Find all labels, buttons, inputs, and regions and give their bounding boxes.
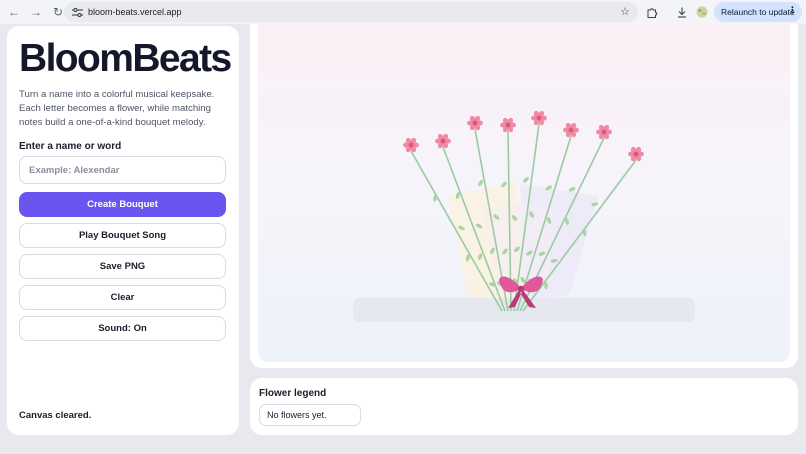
- flower-head: [435, 133, 451, 149]
- flower-head: [500, 117, 516, 133]
- status-message: Canvas cleared.: [19, 410, 92, 421]
- bouquet-illustration: [353, 110, 695, 322]
- flower-center: [505, 122, 511, 128]
- flower-head: [467, 115, 483, 131]
- clear-button[interactable]: Clear: [19, 285, 226, 310]
- flower-center: [633, 151, 639, 157]
- relaunch-label: Relaunch to update: [721, 7, 795, 17]
- bouquet-canvas[interactable]: [258, 24, 790, 362]
- name-input-label: Enter a name or word: [19, 141, 122, 152]
- play-bouquet-song-button[interactable]: Play Bouquet Song: [19, 223, 226, 248]
- name-input[interactable]: [19, 156, 226, 184]
- flower-center: [408, 142, 414, 148]
- create-bouquet-button[interactable]: Create Bouquet: [19, 192, 226, 217]
- canvas-panel: [250, 24, 798, 368]
- flower-head: [563, 122, 579, 138]
- url-text[interactable]: bloom-beats.vercel.app: [88, 7, 182, 17]
- extensions-icon[interactable]: [642, 2, 662, 22]
- sound-toggle-button[interactable]: Sound: On: [19, 316, 226, 341]
- address-bar[interactable]: bloom-beats.vercel.app ☆: [64, 2, 638, 22]
- brand-title: BloomBeats: [19, 37, 232, 80]
- flower-head: [596, 124, 612, 140]
- site-settings-icon[interactable]: [68, 7, 86, 17]
- flower-head: [403, 137, 419, 153]
- save-png-button[interactable]: Save PNG: [19, 254, 226, 279]
- flower-leaf: [523, 176, 529, 183]
- flower-center: [440, 138, 446, 144]
- flower-head: [531, 110, 547, 126]
- flower-center: [601, 129, 607, 135]
- forward-arrow-icon[interactable]: →: [26, 2, 46, 22]
- legend-empty-state: No flowers yet.: [259, 404, 361, 426]
- app-description: Turn a name into a colorful musical keep…: [19, 89, 215, 128]
- flower-center: [472, 120, 478, 126]
- more-menu-icon[interactable]: ⋮: [788, 5, 797, 16]
- flower-head: [628, 146, 644, 162]
- flower-center: [536, 115, 542, 121]
- legend-title: Flower legend: [259, 388, 327, 399]
- ribbon-knot: [517, 285, 525, 293]
- bookmark-star-icon[interactable]: ☆: [620, 5, 630, 18]
- relaunch-button[interactable]: Relaunch to update ⋮: [714, 2, 802, 22]
- flower-leaf: [568, 187, 576, 192]
- control-panel: BloomBeats Turn a name into a colorful m…: [7, 26, 239, 435]
- flower-center: [568, 127, 574, 133]
- flower-leaf: [478, 179, 483, 187]
- profile-avatar-icon[interactable]: [692, 2, 712, 22]
- legend-panel: Flower legend No flowers yet.: [250, 378, 798, 435]
- download-icon[interactable]: [672, 2, 692, 22]
- back-arrow-icon[interactable]: ←: [4, 2, 24, 22]
- browser-toolbar: ← → ↻ bloom-beats.vercel.app ☆ Relaunch …: [0, 0, 806, 24]
